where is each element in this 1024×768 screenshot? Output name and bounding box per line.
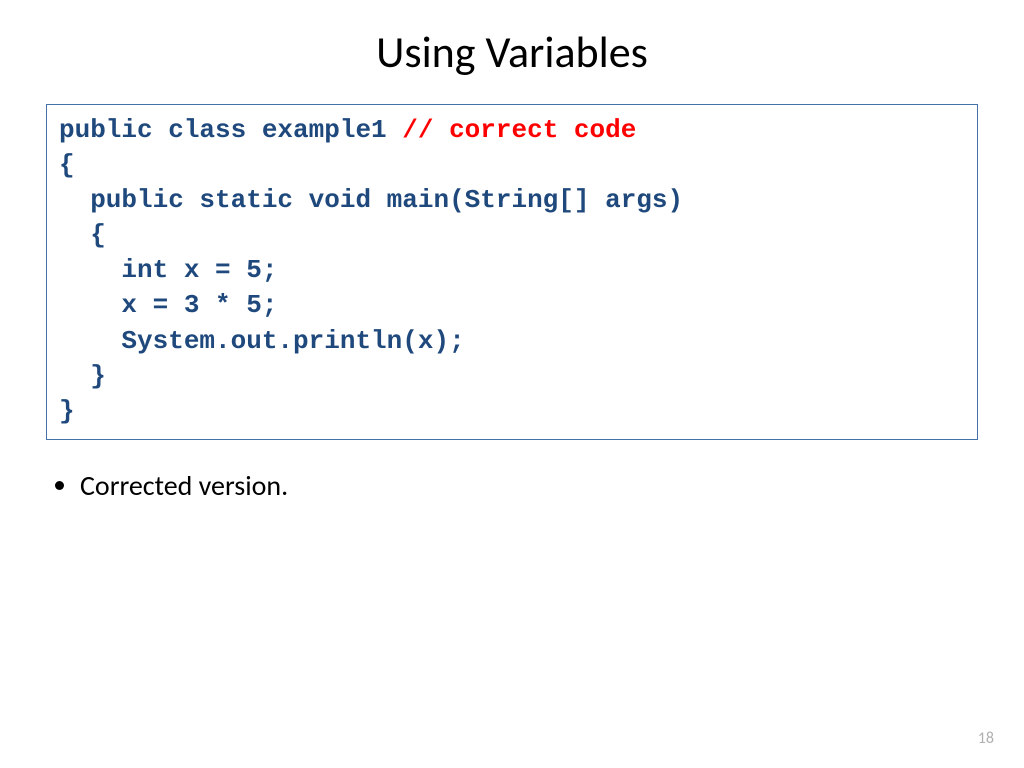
code-comment: // correct code bbox=[402, 115, 636, 145]
slide-title: Using Variables bbox=[40, 25, 984, 79]
code-line-6: x = 3 * 5; bbox=[59, 290, 277, 320]
code-line-3: public static void main(String[] args) bbox=[59, 185, 683, 215]
code-line-4: { bbox=[59, 220, 106, 250]
code-line-1a: public class example1 bbox=[59, 115, 402, 145]
bullet-list: Corrected version. bbox=[40, 468, 984, 503]
bullet-item: Corrected version. bbox=[80, 468, 984, 503]
code-line-5: int x = 5; bbox=[59, 255, 277, 285]
slide: Using Variables public class example1 //… bbox=[0, 0, 1024, 768]
code-line-8: } bbox=[59, 361, 106, 391]
code-line-7: System.out.println(x); bbox=[59, 326, 465, 356]
page-number: 18 bbox=[978, 729, 994, 748]
code-block: public class example1 // correct code { … bbox=[46, 104, 978, 440]
code-line-9: } bbox=[59, 396, 75, 426]
code-line-2: { bbox=[59, 150, 75, 180]
